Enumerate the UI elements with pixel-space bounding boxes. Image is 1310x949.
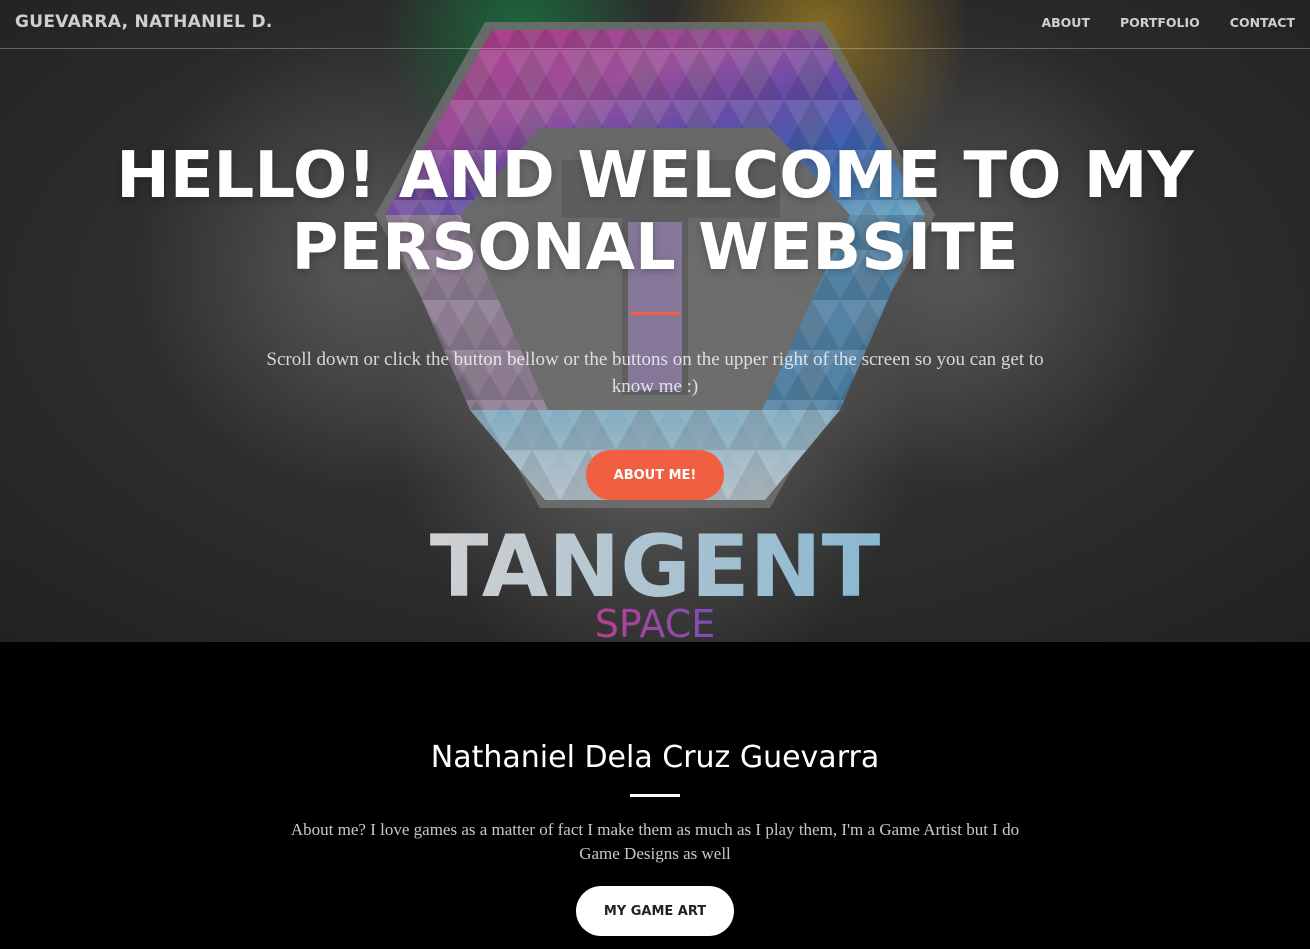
about-text: About me? I love games as a matter of fa… (290, 820, 1020, 863)
page: TANGENT SPACE HELLO! AND WELCOME TO MY P… (0, 0, 1310, 949)
about-section: Nathaniel Dela Cruz Guevarra About me? I… (0, 642, 1310, 949)
hero-section: TANGENT SPACE HELLO! AND WELCOME TO MY P… (0, 0, 1310, 642)
hero-content: HELLO! AND WELCOME TO MY PERSONAL WEBSIT… (0, 0, 1310, 642)
brand-link[interactable]: GUEVARRA, NATHANIEL D. (15, 12, 273, 32)
about-divider (630, 794, 680, 797)
hero-title: HELLO! AND WELCOME TO MY PERSONAL WEBSIT… (116, 139, 1194, 285)
about-name-heading: Nathaniel Dela Cruz Guevarra (430, 740, 880, 775)
hero-divider (630, 312, 680, 315)
hero-subtitle: Scroll down or click the button bellow o… (266, 349, 1044, 397)
top-navbar: GUEVARRA, NATHANIEL D. ABOUT PORTFOLIO C… (0, 0, 1310, 49)
nav-links: ABOUT PORTFOLIO CONTACT (1041, 15, 1295, 30)
my-game-art-button[interactable]: MY GAME ART (576, 886, 734, 936)
nav-link-contact[interactable]: CONTACT (1230, 15, 1295, 30)
nav-link-portfolio[interactable]: PORTFOLIO (1120, 15, 1200, 30)
about-me-button[interactable]: ABOUT ME! (586, 450, 724, 500)
nav-link-about[interactable]: ABOUT (1041, 15, 1090, 30)
